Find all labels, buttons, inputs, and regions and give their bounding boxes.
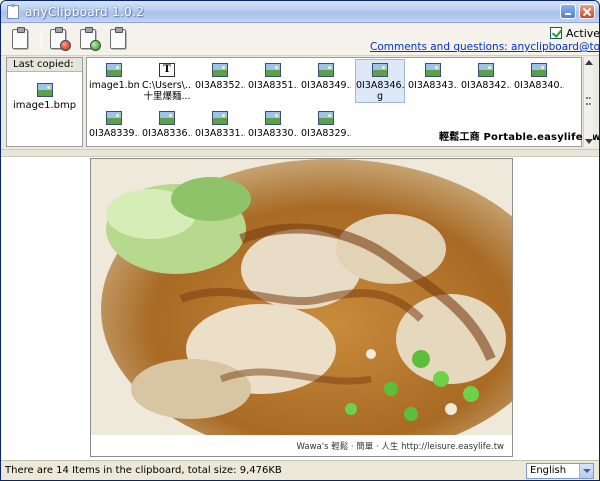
image-file-icon: [265, 63, 281, 77]
status-text: There are 14 Items in the clipboard, tot…: [5, 465, 282, 476]
clipboard-item[interactable]: 0I3A8352....: [195, 60, 245, 91]
paste-button[interactable]: [9, 27, 33, 52]
clipboard-item[interactable]: 0I3A8342....: [461, 60, 511, 91]
last-copied-label: image1.bmp: [12, 100, 77, 111]
scroll-up-icon[interactable]: [585, 60, 593, 65]
language-value: English: [530, 465, 567, 476]
image-file-icon: [318, 63, 334, 77]
image-file-icon: [265, 111, 281, 125]
clipboard-items-list: image1.bmp TC:\Users\...十里爆麵... 0I3A8352…: [86, 57, 599, 147]
clipboard-item-selected[interactable]: 0I3A8346.jpg: [355, 59, 405, 103]
clipboard-item[interactable]: 0I3A8349....: [301, 60, 351, 91]
last-copied-title: Last copied:: [7, 58, 82, 72]
toolbar-separator: [41, 29, 42, 51]
text-file-icon: T: [159, 63, 175, 77]
image-file-icon: [159, 111, 175, 125]
clipboard-item[interactable]: 0I3A8330....: [248, 108, 298, 139]
app-window: anyClipboard 1.0.2 Active Comments and q…: [0, 0, 600, 481]
clipboard-item[interactable]: T C:\Users\... 十里爆麵...: [142, 60, 192, 102]
active-label: Active: [566, 26, 600, 40]
refresh-button[interactable]: [77, 27, 101, 52]
image-file-icon: [106, 111, 122, 125]
image-file-icon: [212, 63, 228, 77]
scroll-grip-icon[interactable]: [586, 97, 591, 105]
image-file-icon: [478, 63, 494, 77]
title-bar[interactable]: anyClipboard 1.0.2: [1, 1, 599, 23]
clipboard-item[interactable]: 0I3A8351....: [248, 60, 298, 91]
watermark-text-cn: 輕鬆工商: [439, 132, 480, 143]
refresh-badge-icon: [90, 40, 101, 51]
image-file-icon: [372, 63, 388, 77]
app-clipboard-icon: [7, 4, 19, 19]
clipboard-item[interactable]: 0I3A8339....: [89, 108, 139, 139]
window-title: anyClipboard 1.0.2: [25, 5, 145, 19]
remove-badge-icon: [60, 40, 71, 51]
active-toggle[interactable]: Active: [550, 26, 600, 40]
chevron-down-icon[interactable]: [579, 464, 593, 478]
clipboard-item[interactable]: image1.bmp: [89, 60, 139, 91]
image-caption: Wawa's 輕鬆 · 簡單 · 人生 http://leisure.easyl…: [296, 442, 505, 452]
noodle-dish-photo: [91, 159, 512, 435]
minimize-button[interactable]: [560, 4, 576, 19]
clipboard-copy-icon: [110, 27, 126, 49]
image-file-icon: [531, 63, 547, 77]
remove-button[interactable]: [47, 27, 71, 52]
preview-pane: Wawa's 輕鬆 · 簡單 · 人生 http://leisure.easyl…: [1, 157, 599, 460]
image-file-icon: [36, 83, 53, 97]
image-file-icon: [318, 111, 334, 125]
scroll-down-icon[interactable]: [585, 139, 593, 144]
copy-button[interactable]: [107, 27, 131, 52]
clipboard-item[interactable]: 0I3A8336....: [142, 108, 192, 139]
clipboard-item[interactable]: 0I3A8329....: [301, 108, 351, 139]
image-file-icon: [106, 63, 122, 77]
clipboard-item[interactable]: 0I3A8340....: [514, 60, 564, 91]
last-copied-item[interactable]: image1.bmp: [7, 80, 82, 111]
clipboard-panel: Last copied: image1.bmp image1.bmp TC:\U…: [1, 56, 599, 149]
last-copied-box: Last copied: image1.bmp: [6, 57, 83, 147]
watermark: 輕鬆工商 Portable.easylife.tw: [439, 128, 599, 143]
caption-strip: Wawa's 輕鬆 · 簡單 · 人生 http://leisure.easyl…: [91, 435, 512, 456]
preview-image: Wawa's 輕鬆 · 簡單 · 人生 http://leisure.easyl…: [90, 158, 513, 457]
clipboard-item[interactable]: 0I3A8343....: [408, 60, 458, 91]
toolbar: Active Comments and questions: anyclipbo…: [1, 23, 599, 56]
clipboard-icon: [12, 27, 28, 49]
image-file-icon: [425, 63, 441, 77]
close-button[interactable]: [579, 4, 595, 19]
status-bar: There are 14 Items in the clipboard, tot…: [1, 460, 599, 480]
language-select[interactable]: English: [526, 463, 594, 479]
image-file-icon: [212, 111, 228, 125]
active-checkbox[interactable]: [550, 27, 562, 39]
contact-link[interactable]: Comments and questions: anyclipboard@too…: [370, 41, 599, 53]
clipboard-item[interactable]: 0I3A8331....: [195, 108, 245, 139]
items-scrollbar[interactable]: [583, 57, 593, 147]
panel-splitter[interactable]: [1, 149, 599, 157]
